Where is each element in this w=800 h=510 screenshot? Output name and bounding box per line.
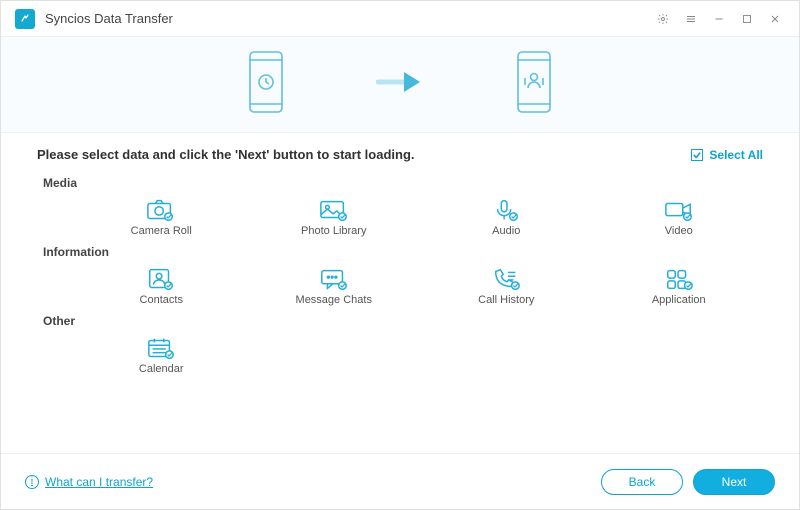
message-chats-icon [319, 267, 349, 291]
item-video[interactable]: Video [595, 194, 764, 239]
item-label: Video [665, 225, 693, 237]
menu-icon[interactable] [677, 5, 705, 33]
media-grid: Camera Roll Photo Library Audio Video [37, 194, 763, 239]
other-grid: Calendar [37, 332, 763, 377]
item-photo-library[interactable]: Photo Library [250, 194, 419, 239]
transfer-arrow-icon [376, 68, 424, 101]
item-contacts[interactable]: Contacts [77, 263, 246, 308]
target-device-icon [514, 50, 554, 119]
section-information-title: Information [43, 245, 763, 259]
settings-icon[interactable] [649, 5, 677, 33]
data-selection-panel: Please select data and click the 'Next' … [1, 133, 799, 453]
close-icon[interactable] [761, 5, 789, 33]
select-all-checkbox[interactable]: Select All [691, 148, 763, 162]
item-calendar[interactable]: Calendar [77, 332, 246, 377]
item-audio[interactable]: Audio [422, 194, 591, 239]
section-media-title: Media [43, 176, 763, 190]
item-application[interactable]: Application [595, 263, 764, 308]
title-bar: Syncios Data Transfer [1, 1, 799, 37]
app-window: Syncios Data Transfer [0, 0, 800, 510]
item-label: Contacts [140, 294, 183, 306]
calendar-icon [146, 336, 176, 360]
application-icon [664, 267, 694, 291]
next-button[interactable]: Next [693, 469, 775, 495]
item-label: Audio [492, 225, 520, 237]
camera-roll-icon [146, 198, 176, 222]
item-label: Photo Library [301, 225, 366, 237]
maximize-icon[interactable] [733, 5, 761, 33]
transfer-diagram [1, 37, 799, 133]
item-camera-roll[interactable]: Camera Roll [77, 194, 246, 239]
checkbox-icon [691, 149, 703, 161]
item-label: Message Chats [296, 294, 372, 306]
section-other-title: Other [43, 314, 763, 328]
call-history-icon [491, 267, 521, 291]
contacts-icon [146, 267, 176, 291]
information-grid: Contacts Message Chats Call History Appl… [37, 263, 763, 308]
video-icon [664, 198, 694, 222]
info-icon: i [25, 475, 39, 489]
item-label: Calendar [139, 363, 184, 375]
item-message-chats[interactable]: Message Chats [250, 263, 419, 308]
source-device-icon [246, 50, 286, 119]
item-call-history[interactable]: Call History [422, 263, 591, 308]
footer-bar: i What can I transfer? Back Next [1, 453, 799, 509]
item-label: Application [652, 294, 706, 306]
item-label: Camera Roll [131, 225, 192, 237]
item-label: Call History [478, 294, 534, 306]
select-all-label: Select All [709, 148, 763, 162]
app-title: Syncios Data Transfer [45, 11, 173, 26]
back-button[interactable]: Back [601, 469, 683, 495]
minimize-icon[interactable] [705, 5, 733, 33]
instruction-text: Please select data and click the 'Next' … [37, 147, 415, 162]
photo-library-icon [319, 198, 349, 222]
help-link[interactable]: i What can I transfer? [25, 475, 153, 489]
app-logo-icon [15, 9, 35, 29]
help-link-label: What can I transfer? [45, 475, 153, 489]
audio-icon [491, 198, 521, 222]
